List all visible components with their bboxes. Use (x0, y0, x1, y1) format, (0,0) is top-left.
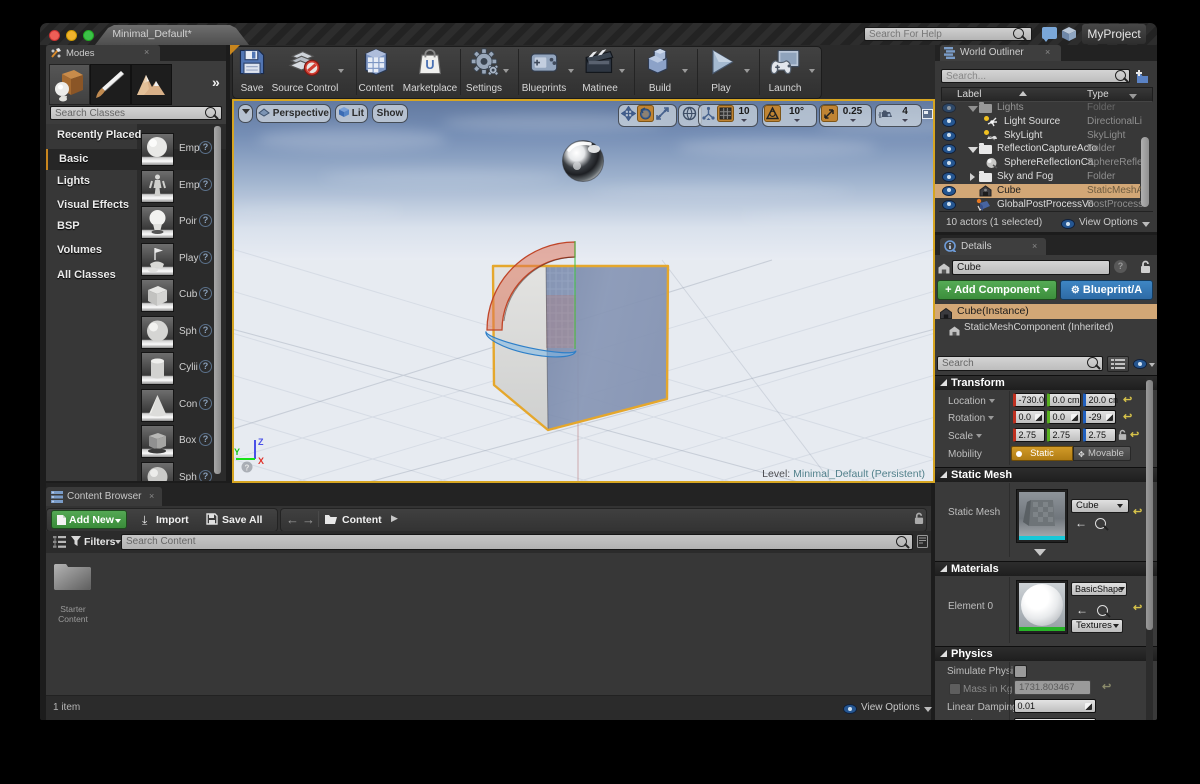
svg-text:?: ? (245, 464, 250, 473)
svg-text:X: X (258, 456, 264, 466)
svg-text:Level: Minimal_Default (Persi: Level: Minimal_Default (Persistent) (762, 468, 925, 480)
svg-text:Z: Z (258, 437, 264, 447)
svg-text:U: U (425, 58, 434, 72)
svg-text:Y: Y (234, 447, 240, 457)
